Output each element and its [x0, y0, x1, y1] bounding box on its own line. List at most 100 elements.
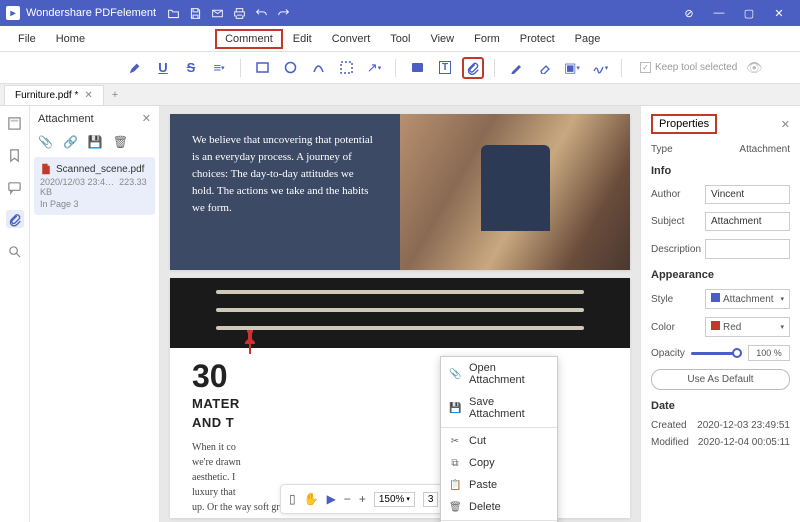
print-icon[interactable] — [232, 6, 246, 20]
menu-edit[interactable]: Edit — [283, 29, 322, 49]
photo-workshop — [400, 114, 630, 270]
created-value: 2020-12-03 23:49:51 — [697, 420, 790, 431]
help-button[interactable]: ⊘ — [674, 7, 704, 20]
close-tab-icon[interactable]: ✕ — [84, 90, 92, 101]
redo-icon[interactable] — [276, 6, 290, 20]
document-tabs: Furniture.pdf * ✕ + — [0, 84, 800, 106]
ctx-copy[interactable]: ⧉Copy — [441, 452, 557, 474]
modified-label: Modified — [651, 437, 689, 448]
doc-text-block: We believe that uncovering that potentia… — [170, 114, 400, 270]
attachment-panel: Attachment ✕ 📎 🔗 💾 🗑 Scanned_scene.pdf 2… — [30, 106, 160, 522]
select-tool-icon[interactable]: ▶ — [327, 492, 336, 506]
area-tool[interactable] — [335, 57, 357, 79]
undo-icon[interactable] — [254, 6, 268, 20]
note-tool[interactable] — [406, 57, 428, 79]
disk-icon: 💾 — [449, 403, 461, 414]
paperclip-icon: 📎 — [449, 369, 461, 380]
zoom-level[interactable]: 150% ▾ — [374, 492, 415, 507]
app-logo: ▸ — [6, 6, 20, 20]
highlight-tool[interactable] — [124, 57, 146, 79]
menu-page[interactable]: Page — [565, 29, 611, 49]
ctx-delete[interactable]: 🗑Delete — [441, 496, 557, 518]
style-select[interactable]: Attachment▾ — [705, 289, 790, 309]
close-properties-icon[interactable]: ✕ — [781, 118, 790, 131]
save-icon[interactable] — [188, 6, 202, 20]
bookmark-icon[interactable] — [6, 146, 24, 164]
close-button[interactable]: ✕ — [764, 7, 794, 20]
description-field[interactable] — [705, 239, 790, 259]
tab-furniture[interactable]: Furniture.pdf * ✕ — [4, 85, 104, 105]
properties-panel: Properties ✕ TypeAttachment Info Author … — [640, 106, 800, 522]
subject-field[interactable] — [705, 212, 790, 231]
line-tool[interactable] — [307, 57, 329, 79]
ctx-save-attachment[interactable]: 💾Save Attachment — [441, 391, 557, 425]
textbox-tool[interactable]: T — [434, 57, 456, 79]
menu-home[interactable]: Home — [46, 29, 95, 49]
ctx-cut[interactable]: ✂Cut — [441, 430, 557, 452]
menu-comment[interactable]: Comment — [215, 29, 283, 49]
comment-list-icon[interactable] — [6, 178, 24, 196]
menu-tool[interactable]: Tool — [380, 29, 420, 49]
menu-protect[interactable]: Protect — [510, 29, 565, 49]
maximize-button[interactable]: ▢ — [734, 7, 764, 20]
signature-tool[interactable]: ▾ — [589, 57, 611, 79]
subject-label: Subject — [651, 216, 684, 227]
menu-view[interactable]: View — [420, 29, 464, 49]
color-select[interactable]: Red▾ — [705, 317, 790, 337]
checkbox-icon[interactable]: ✓ — [640, 62, 651, 73]
page-top: We believe that uncovering that potentia… — [170, 114, 630, 270]
hand-tool-icon[interactable]: ✋ — [304, 492, 319, 506]
strikeout-tool[interactable]: S — [180, 57, 202, 79]
pencil-tool[interactable] — [505, 57, 527, 79]
zoom-out-button[interactable]: − — [344, 492, 351, 506]
document-canvas[interactable]: We believe that uncovering that potentia… — [160, 106, 640, 522]
add-attachment-icon[interactable]: 📎 — [38, 135, 53, 149]
menu-form[interactable]: Form — [464, 29, 510, 49]
description-label: Description — [651, 244, 701, 255]
menu-file[interactable]: File — [8, 29, 46, 49]
keep-tool-selected[interactable]: ✓ Keep tool selected — [640, 62, 737, 73]
underline-tool[interactable]: U — [152, 57, 174, 79]
type-value: Attachment — [739, 144, 790, 155]
titlebar: ▸ Wondershare PDFelement ⊘ — ▢ ✕ — [0, 0, 800, 26]
opacity-value[interactable]: 100 % — [748, 345, 790, 361]
attachment-page: In Page 3 — [40, 199, 149, 209]
search-icon[interactable] — [6, 242, 24, 260]
keep-tool-label: Keep tool selected — [655, 62, 737, 73]
open-icon[interactable] — [166, 6, 180, 20]
squiggly-tool[interactable]: ≡▾ — [208, 57, 230, 79]
oval-tool[interactable] — [279, 57, 301, 79]
attachment-tool[interactable] — [462, 57, 484, 79]
opacity-slider[interactable] — [691, 352, 742, 355]
new-tab-button[interactable]: + — [104, 89, 126, 101]
eraser-tool[interactable] — [533, 57, 555, 79]
info-section: Info — [651, 165, 790, 177]
attachment-item[interactable]: Scanned_scene.pdf 2020/12/03 23:4… 223.3… — [34, 157, 155, 215]
delete-attachment-icon[interactable]: 🗑 — [113, 135, 128, 149]
link-attachment-icon[interactable]: 🔗 — [63, 135, 78, 149]
ctx-open-attachment[interactable]: 📎Open Attachment — [441, 357, 557, 391]
eye-icon[interactable]: 👁 — [743, 57, 765, 79]
measure-tool[interactable]: ↗▾ — [363, 57, 385, 79]
stamp-tool[interactable]: ▣▾ — [561, 57, 583, 79]
zoom-in-button[interactable]: + — [359, 492, 366, 506]
minimize-button[interactable]: — — [704, 7, 734, 19]
attachment-filename: Scanned_scene.pdf — [56, 164, 144, 175]
photo-leather — [170, 278, 630, 348]
single-page-icon[interactable]: ▯ — [289, 492, 296, 506]
author-field[interactable] — [705, 185, 790, 204]
page-number-input[interactable]: 3 — [423, 492, 439, 507]
thumbnails-icon[interactable] — [6, 114, 24, 132]
attachment-list-icon[interactable] — [6, 210, 24, 228]
panel-title: Attachment — [38, 113, 94, 125]
save-attachment-icon[interactable]: 💾 — [88, 135, 103, 149]
mail-icon[interactable] — [210, 6, 224, 20]
close-panel-icon[interactable]: ✕ — [142, 112, 151, 125]
use-as-default-button[interactable]: Use As Default — [651, 369, 790, 390]
ctx-paste[interactable]: 📋Paste — [441, 474, 557, 496]
tab-label: Furniture.pdf * — [15, 90, 78, 101]
pushpin-icon[interactable] — [240, 330, 260, 354]
rectangle-tool[interactable] — [251, 57, 273, 79]
menu-convert[interactable]: Convert — [322, 29, 381, 49]
properties-title: Properties — [651, 114, 717, 134]
